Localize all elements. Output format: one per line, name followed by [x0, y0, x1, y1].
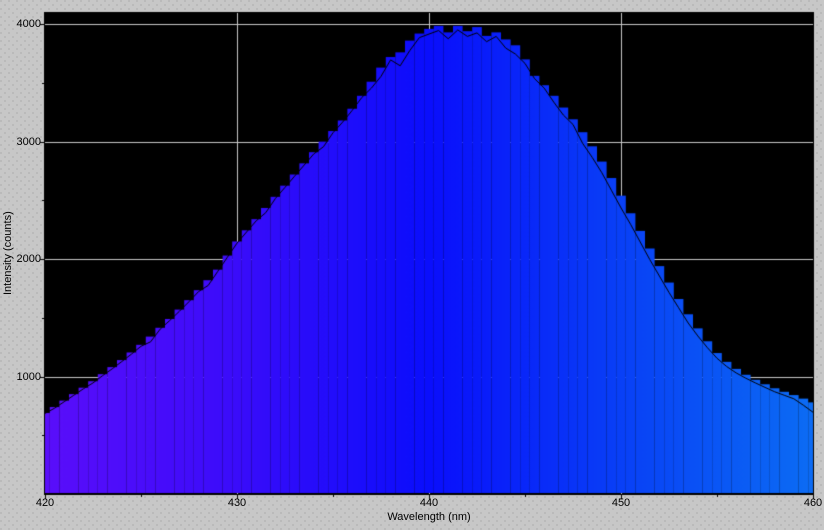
x-axis-title: Wavelength (nm) — [387, 511, 471, 523]
x-tick-label: 440 — [419, 497, 439, 509]
spectrum-chart-canvas — [0, 0, 824, 530]
y-tick-label: 3000 — [16, 136, 41, 148]
y-tick-label: 1000 — [16, 371, 41, 383]
x-tick-label: 430 — [227, 497, 247, 509]
x-tick-label: 460 — [803, 497, 823, 509]
x-tick-label: 420 — [35, 497, 55, 509]
y-tick-label: 4000 — [16, 18, 41, 30]
y-tick-label: 2000 — [16, 253, 41, 265]
spectrometer-chart-window: Intensity (counts) Wavelength (nm) 1000 2… — [0, 0, 824, 530]
x-tick-label: 450 — [611, 497, 631, 509]
